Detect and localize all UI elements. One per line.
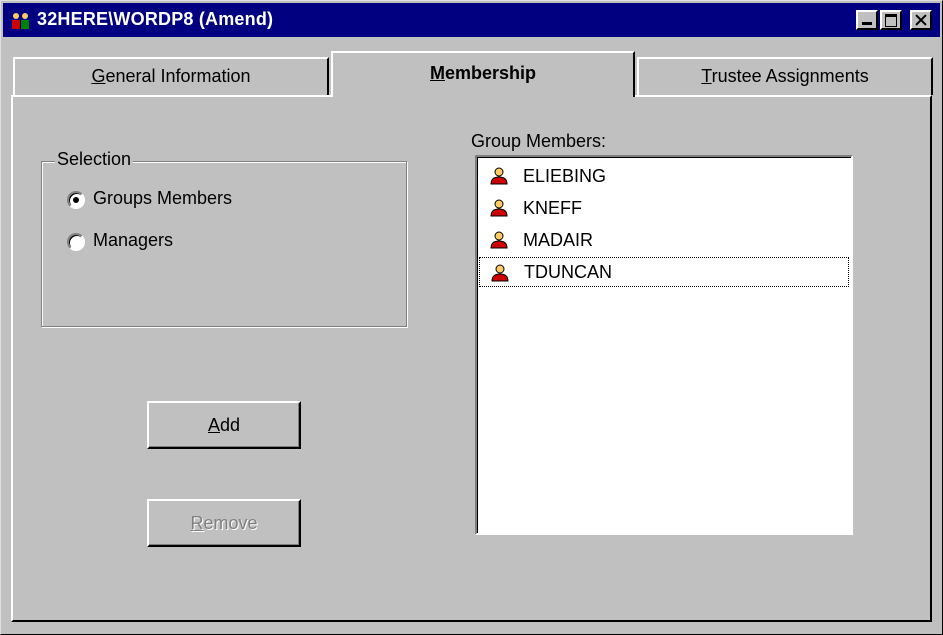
list-item[interactable]: ELIEBING: [479, 161, 849, 191]
tab-mnemonic: T: [701, 66, 712, 86]
radio-button-checked[interactable]: [67, 191, 85, 209]
button-mnemonic: A: [207, 415, 220, 435]
group-members-listbox[interactable]: ELIEBING KNEFF MADAIR TDUNCAN: [475, 155, 853, 535]
user-icon: [490, 167, 508, 185]
remove-button[interactable]: Remove: [147, 499, 301, 547]
user-icon: [490, 231, 508, 249]
list-item-label: TDUNCAN: [524, 262, 612, 282]
button-label: emove: [203, 513, 258, 533]
selection-legend: Selection: [55, 149, 134, 170]
title-bar[interactable]: 32HERE\WORDP8 (Amend): [3, 3, 940, 37]
maximize-button[interactable]: [880, 10, 902, 30]
tab-mnemonic: G: [91, 66, 106, 86]
tab-membership[interactable]: Membership: [331, 51, 635, 97]
add-button[interactable]: Add: [147, 401, 301, 449]
tab-label: embership: [444, 63, 537, 83]
radio-label: Groups Members: [93, 188, 233, 208]
user-icon: [490, 199, 508, 217]
window-title: 32HERE\WORDP8 (Amend): [37, 9, 274, 29]
list-item[interactable]: KNEFF: [479, 193, 849, 223]
list-item-label: ELIEBING: [523, 166, 607, 186]
tab-mnemonic: M: [429, 63, 445, 83]
list-item-label: KNEFF: [523, 198, 583, 218]
button-mnemonic: R: [190, 513, 204, 533]
list-item[interactable]: MADAIR: [479, 225, 849, 255]
radio-label: Managers: [93, 230, 174, 250]
tab-label: rustee Assignments: [711, 66, 869, 86]
button-label: dd: [219, 415, 241, 435]
group-members-label: Group Members:: [471, 131, 607, 151]
minimize-button[interactable]: [856, 10, 878, 30]
list-item-focused[interactable]: TDUNCAN: [479, 257, 849, 287]
tab-label: eneral Information: [105, 66, 251, 86]
radio-button[interactable]: [67, 233, 85, 251]
list-item-label: MADAIR: [523, 230, 594, 250]
tab-trustee-assignments[interactable]: Trustee Assignments: [637, 57, 933, 95]
tab-general-information[interactable]: General Information: [13, 57, 329, 95]
user-icon: [491, 264, 509, 282]
dialog-window: 32HERE\WORDP8 (Amend) General Informatio…: [0, 0, 943, 635]
group-icon: [12, 13, 29, 29]
close-button[interactable]: [910, 10, 932, 30]
